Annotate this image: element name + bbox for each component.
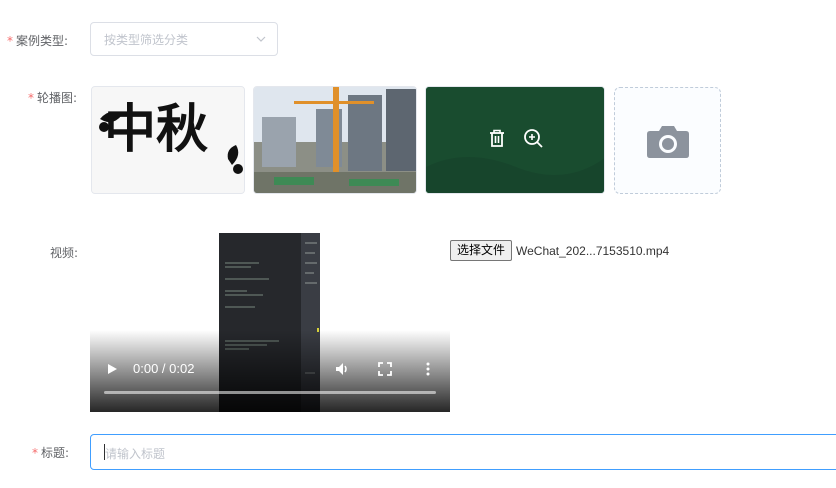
chevron-down-icon — [256, 36, 266, 42]
required-mark: * — [32, 446, 38, 460]
title-placeholder: 请输入标题 — [105, 447, 166, 461]
carousel-label: * 轮播图: — [28, 89, 77, 106]
selected-file-name: WeChat_202...7153510.mp4 — [516, 244, 670, 258]
image-upload-button[interactable] — [614, 87, 721, 194]
required-mark: * — [28, 91, 34, 105]
required-mark: * — [7, 34, 13, 48]
case-form: * 案例类型: 按类型筛选分类 * 轮播图: 中秋 视频: 0:00 / 0:0… — [0, 0, 836, 488]
more-icon[interactable] — [420, 361, 436, 377]
title-input[interactable]: 请输入标题 — [90, 434, 836, 470]
title-label-text: 标题: — [41, 446, 70, 460]
carousel-image-1[interactable]: 中秋 — [91, 86, 245, 194]
video-player[interactable]: 0:00 / 0:02 — [90, 233, 450, 412]
case-type-label: * 案例类型: — [7, 32, 68, 49]
delete-icon[interactable] — [486, 127, 508, 149]
volume-icon[interactable] — [334, 361, 350, 377]
mid-autumn-calligraphy-image: 中秋 — [92, 87, 244, 193]
case-type-placeholder: 按类型筛选分类 — [104, 33, 189, 47]
case-type-select[interactable]: 按类型筛选分类 — [90, 22, 278, 56]
title-label: * 标题: — [32, 444, 69, 461]
play-icon[interactable] — [106, 363, 118, 375]
choose-file-button[interactable]: 选择文件 — [450, 240, 513, 261]
carousel-label-text: 轮播图: — [37, 91, 78, 105]
zoom-in-icon[interactable] — [522, 127, 544, 149]
video-progress-bar[interactable] — [104, 391, 436, 394]
image-hover-overlay — [426, 87, 604, 193]
carousel-image-3[interactable] — [425, 86, 605, 194]
video-time: 0:00 / 0:02 — [133, 361, 195, 376]
case-type-label-text: 案例类型: — [16, 34, 69, 48]
video-label: 视频: — [50, 244, 78, 261]
camera-icon — [647, 126, 689, 158]
calligraphy-text-1: 中秋 — [104, 99, 208, 160]
video-label-text: 视频: — [50, 246, 79, 260]
construction-site-image — [254, 87, 416, 193]
carousel-image-2[interactable] — [253, 86, 417, 194]
fullscreen-icon[interactable] — [377, 361, 393, 377]
